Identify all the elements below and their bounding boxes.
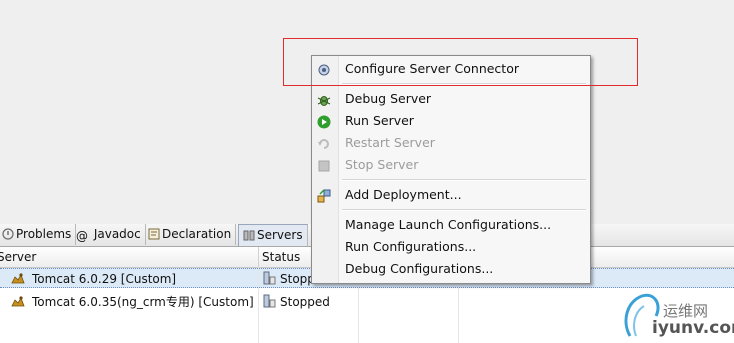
- restart-icon: [317, 136, 331, 150]
- at-icon: @: [76, 229, 88, 243]
- servers-icon: [243, 227, 255, 241]
- stop-icon: [317, 158, 331, 172]
- status-icon: [263, 294, 277, 314]
- menu-item-debug-server[interactable]: Debug Server: [312, 88, 590, 110]
- tab-label: Problems: [16, 227, 72, 241]
- menu-item-restart-server[interactable]: Restart Server: [312, 132, 590, 154]
- menu-separator: [342, 179, 586, 181]
- menu-item-add-deployment[interactable]: Add Deployment...: [312, 184, 590, 206]
- tomcat-icon: [10, 271, 26, 291]
- column-header-server[interactable]: Server: [0, 247, 259, 267]
- tab-problems[interactable]: Problems: [0, 224, 77, 245]
- menu-item-run-configurations[interactable]: Run Configurations...: [312, 236, 590, 258]
- tab-label: Declaration: [162, 227, 232, 241]
- tab-declaration[interactable]: Declaration: [144, 224, 237, 245]
- tab-servers[interactable]: Servers: [238, 224, 308, 246]
- problems-icon: [2, 226, 14, 240]
- highlight-box: [283, 38, 638, 86]
- menu-separator: [342, 209, 586, 211]
- column-divider: [258, 267, 259, 343]
- tab-javadoc[interactable]: @ Javadoc: [72, 224, 146, 245]
- tab-label: Javadoc: [93, 227, 141, 241]
- deploy-icon: [317, 188, 331, 203]
- context-menu: Configure Server Connector Debug Server …: [311, 55, 591, 284]
- menu-item-stop-server[interactable]: Stop Server: [312, 154, 590, 176]
- bug-icon: [317, 92, 331, 106]
- watermark-domain: iyunv.com: [652, 318, 734, 338]
- server-name: Tomcat 6.0.35(ng_crm专用) [Custom]: [32, 295, 254, 309]
- server-status: Stopped: [280, 295, 330, 309]
- menu-item-manage-launch-configurations[interactable]: Manage Launch Configurations...: [312, 214, 590, 236]
- declaration-icon: [148, 226, 160, 240]
- menu-item-debug-configurations[interactable]: Debug Configurations...: [312, 258, 590, 280]
- menu-item-run-server[interactable]: Run Server: [312, 110, 590, 132]
- run-icon: [317, 114, 331, 129]
- tomcat-icon: [10, 294, 26, 314]
- tab-label: Servers: [257, 228, 303, 242]
- server-name: Tomcat 6.0.29 [Custom]: [32, 272, 177, 286]
- status-icon: [263, 271, 277, 291]
